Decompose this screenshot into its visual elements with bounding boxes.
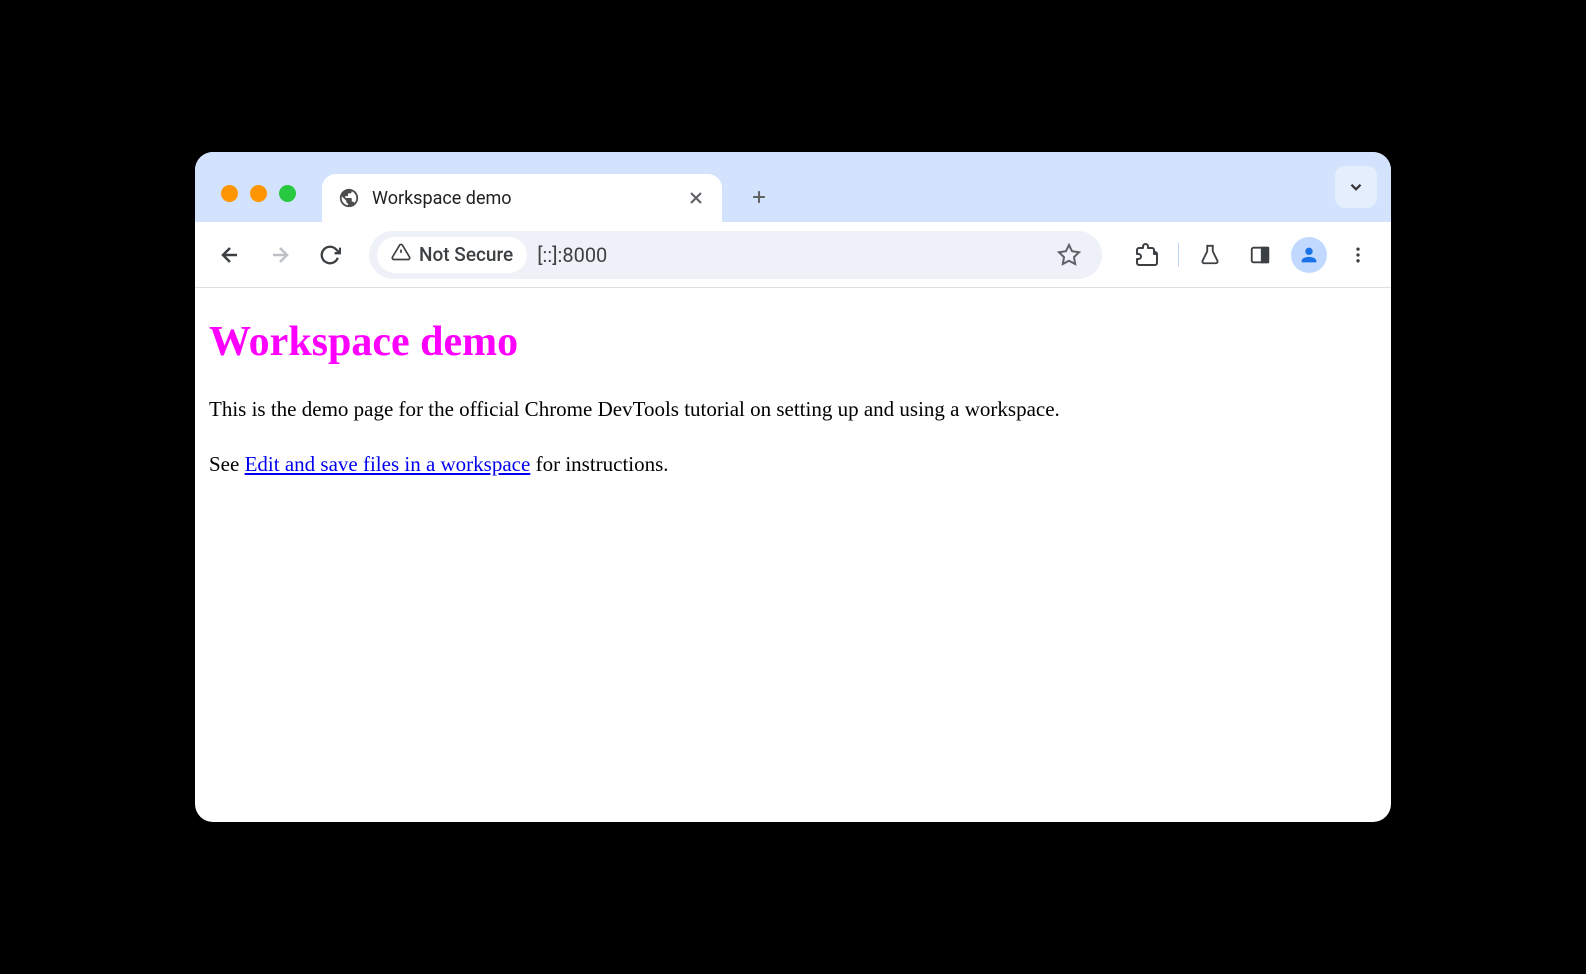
reload-button[interactable] <box>309 234 351 276</box>
tab-strip: Workspace demo <box>195 152 1391 222</box>
side-panel-button[interactable] <box>1241 236 1279 274</box>
paragraph-suffix: for instructions. <box>530 452 668 476</box>
browser-window: Workspace demo <box>195 152 1391 822</box>
address-bar[interactable]: Not Secure [::]:8000 <box>369 231 1102 279</box>
menu-button[interactable] <box>1339 236 1377 274</box>
page-content: Workspace demo This is the demo page for… <box>195 288 1391 537</box>
window-controls <box>207 185 310 222</box>
extensions-button[interactable] <box>1128 236 1166 274</box>
close-window-button[interactable] <box>221 185 238 202</box>
paragraph-prefix: See <box>209 452 245 476</box>
browser-toolbar: Not Secure [::]:8000 <box>195 222 1391 288</box>
security-chip[interactable]: Not Secure <box>377 237 527 273</box>
minimize-window-button[interactable] <box>250 185 267 202</box>
new-tab-button[interactable] <box>740 178 778 216</box>
back-button[interactable] <box>209 234 251 276</box>
profile-button[interactable] <box>1291 237 1327 273</box>
labs-button[interactable] <box>1191 236 1229 274</box>
url-text: [::]:8000 <box>537 243 1038 267</box>
bookmark-button[interactable] <box>1048 234 1090 276</box>
security-label: Not Secure <box>419 243 513 266</box>
tutorial-link[interactable]: Edit and save files in a workspace <box>245 452 531 476</box>
forward-button[interactable] <box>259 234 301 276</box>
search-tabs-button[interactable] <box>1335 166 1377 208</box>
tabstrip-right <box>1335 166 1377 208</box>
page-paragraph-2: See Edit and save files in a workspace f… <box>209 451 1377 478</box>
page-paragraph-1: This is the demo page for the official C… <box>209 396 1377 423</box>
close-tab-button[interactable] <box>686 188 706 208</box>
browser-tab[interactable]: Workspace demo <box>322 174 722 222</box>
toolbar-separator <box>1178 243 1179 267</box>
globe-icon <box>338 187 360 209</box>
tab-title: Workspace demo <box>372 188 674 209</box>
page-heading: Workspace demo <box>209 318 1377 366</box>
toolbar-right <box>1120 236 1377 274</box>
warning-icon <box>391 242 411 267</box>
maximize-window-button[interactable] <box>279 185 296 202</box>
